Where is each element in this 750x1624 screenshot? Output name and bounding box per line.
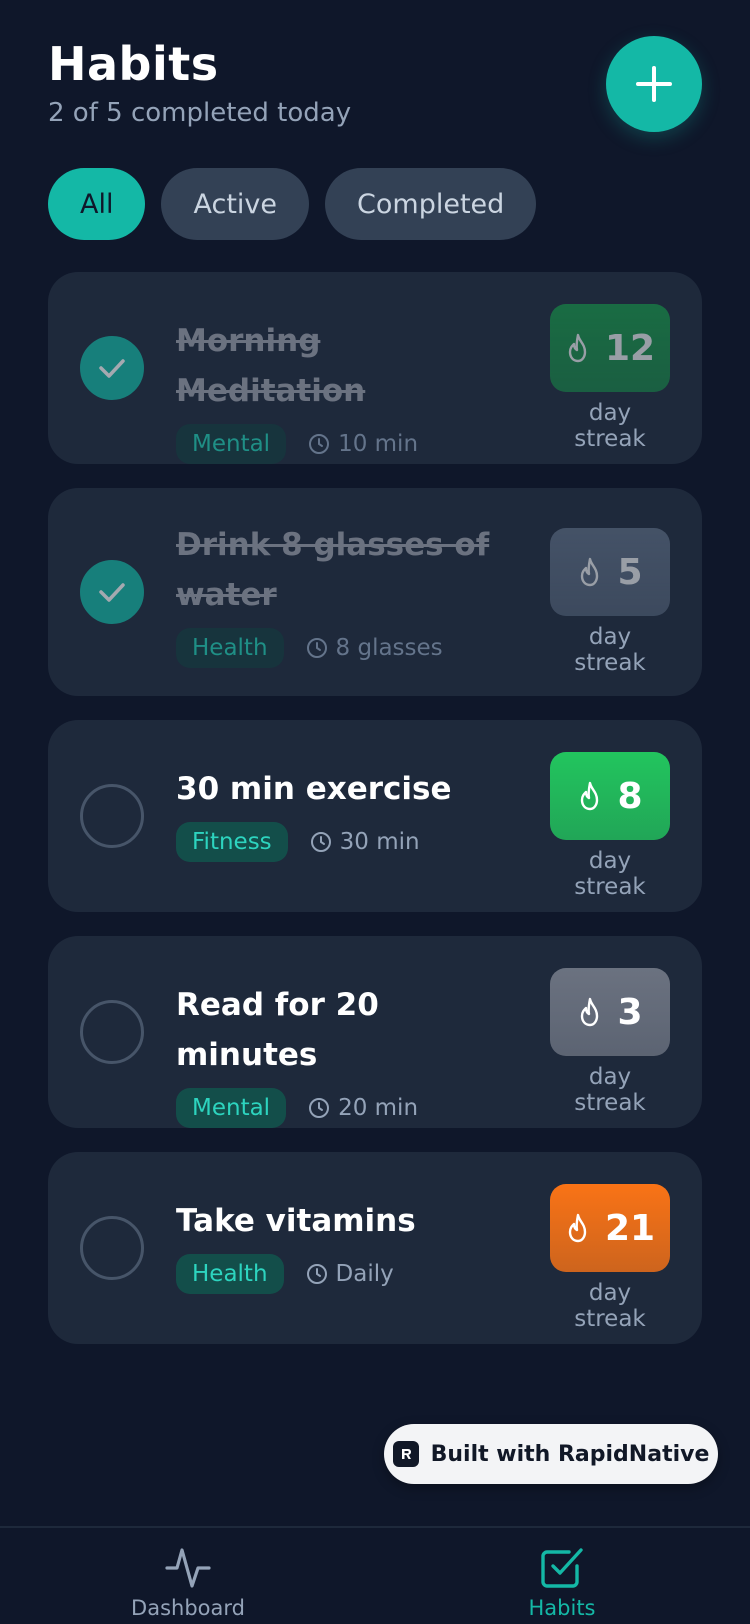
check-icon [99, 359, 125, 378]
habit-checkbox[interactable] [80, 560, 144, 624]
header: Habits 2 of 5 completed today [48, 36, 351, 128]
filter-completed[interactable]: Completed [325, 168, 537, 240]
streak-label: day streak [574, 400, 646, 452]
habit-checkbox[interactable] [80, 1216, 144, 1280]
badge-text: Built with RapidNative [430, 1441, 710, 1467]
habit-card[interactable]: Take vitamins Health Daily 21 day streak [48, 1152, 702, 1344]
streak-indicator: 21 day streak [550, 1184, 670, 1332]
streak-box: 3 [550, 968, 670, 1056]
streak-box: 5 [550, 528, 670, 616]
category-tag: Mental [176, 1088, 287, 1128]
habit-name: Drink 8 glasses of water [176, 527, 490, 613]
clock-icon [309, 1098, 330, 1118]
clock-icon [310, 832, 331, 852]
tab-habits[interactable]: Habits [462, 1542, 662, 1620]
streak-count: 21 [604, 1207, 656, 1249]
habit-name: 30 min exercise [176, 771, 452, 807]
habit-duration: Daily [306, 1261, 394, 1287]
streak-indicator: 5 day streak [550, 528, 670, 676]
streak-label: day streak [574, 624, 646, 676]
tab-label: Habits [528, 1596, 596, 1620]
completion-summary: 2 of 5 completed today [48, 98, 352, 128]
clock-icon [309, 434, 330, 454]
habit-duration: 10 min [308, 431, 418, 457]
streak-indicator: 3 day streak [550, 968, 670, 1116]
tab-dashboard[interactable]: Dashboard [88, 1542, 288, 1620]
category-tag: Health [176, 1254, 284, 1294]
habit-checkbox[interactable] [80, 336, 144, 400]
tab-label: Dashboard [131, 1596, 245, 1620]
streak-count: 12 [604, 327, 656, 369]
streak-box: 12 [550, 304, 670, 392]
flame-icon [568, 333, 587, 363]
habit-duration: 20 min [308, 1095, 418, 1121]
habit-name: Read for 20 minutes [176, 987, 379, 1073]
activity-icon [165, 1548, 211, 1588]
category-tag: Fitness [176, 822, 288, 862]
check-square-icon [541, 1548, 583, 1588]
streak-label: day streak [574, 1064, 646, 1116]
rapidnative-logo-icon [392, 1441, 419, 1467]
flame-icon [581, 557, 599, 587]
clock-icon [306, 1264, 327, 1284]
category-tag: Health [176, 628, 284, 668]
habit-checkbox[interactable] [80, 1000, 144, 1064]
flame-icon [581, 781, 599, 811]
streak-box: 8 [550, 752, 670, 840]
habit-card[interactable]: 30 min exercise Fitness 30 min 8 day str… [48, 720, 702, 912]
add-habit-button[interactable] [606, 36, 702, 132]
category-tag: Mental [176, 424, 287, 464]
streak-label: day streak [574, 848, 646, 900]
streak-box: 21 [550, 1184, 670, 1272]
streak-count: 3 [617, 991, 643, 1033]
habit-name: Morning Meditation [176, 323, 366, 409]
flame-icon [568, 1213, 587, 1243]
check-icon [99, 583, 125, 602]
streak-indicator: 12 day streak [550, 304, 670, 452]
habit-duration: 8 glasses [306, 635, 443, 661]
habit-card[interactable]: Morning Meditation Mental 10 min 12 day … [48, 272, 702, 464]
habit-card[interactable]: Read for 20 minutes Mental 20 min 3 day … [48, 936, 702, 1128]
streak-indicator: 8 day streak [550, 752, 670, 900]
habit-name: Take vitamins [176, 1203, 416, 1239]
streak-count: 5 [617, 551, 643, 593]
bottom-tab-bar: Dashboard Habits [0, 1526, 750, 1624]
filter-tabs: All Active Completed [48, 168, 537, 240]
flame-icon [581, 997, 599, 1027]
built-with-badge[interactable]: Built with RapidNative [384, 1424, 718, 1484]
plus-icon [636, 66, 672, 102]
page-title: Habits [48, 37, 219, 91]
habit-duration: 30 min [310, 829, 420, 855]
habit-checkbox[interactable] [80, 784, 144, 848]
streak-label: day streak [574, 1280, 646, 1332]
clock-icon [306, 638, 327, 658]
streak-count: 8 [617, 775, 643, 817]
habit-card[interactable]: Drink 8 glasses of water Health 8 glasse… [48, 488, 702, 696]
filter-all[interactable]: All [48, 168, 146, 240]
filter-active[interactable]: Active [161, 168, 310, 240]
